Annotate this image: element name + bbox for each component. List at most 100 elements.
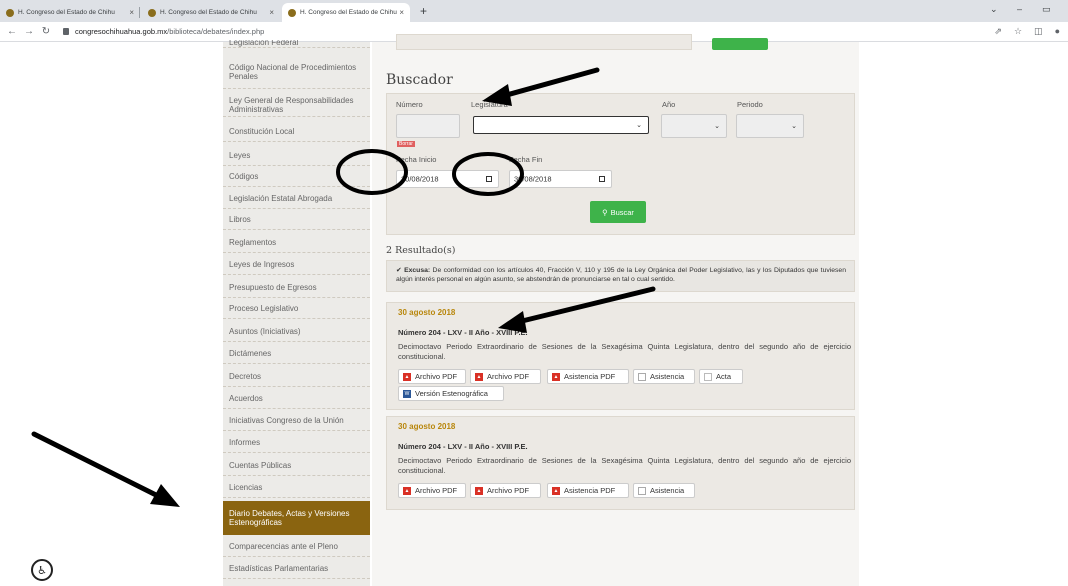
buscar-label: Buscar	[610, 207, 634, 217]
buscar-button[interactable]: ⚲ Buscar	[590, 201, 646, 223]
back-icon[interactable]: ←	[7, 26, 17, 37]
sidebar-item[interactable]: Legislación Federal	[223, 40, 370, 48]
sidebar-item[interactable]: Decretos	[223, 367, 370, 387]
archivo-pdf-button[interactable]: ▲ Archivo PDF	[470, 369, 541, 384]
sidebar-item[interactable]: Constitución Local	[223, 121, 370, 142]
calendar-icon[interactable]	[599, 176, 605, 182]
close-tab-icon[interactable]: ×	[269, 8, 274, 17]
accessibility-icon[interactable]: ♿	[31, 559, 53, 581]
site-favicon-icon	[288, 8, 296, 17]
tab-search-icon[interactable]: ⌄	[990, 4, 998, 15]
word-icon: W	[403, 389, 411, 398]
periodo-label: Periodo	[737, 100, 763, 109]
asistencia-button[interactable]: Asistencia	[633, 369, 695, 384]
pdf-icon: ▲	[552, 486, 560, 495]
url-host: congresochihuahua.gob.mx	[75, 27, 168, 36]
legislatura-label: Legislatura	[471, 100, 508, 109]
tab-title: H. Congreso del Estado de Chihu	[160, 9, 257, 16]
result-description: Decimoctavo Periodo Extraordinario de Se…	[398, 342, 851, 361]
sidebar-item[interactable]: Iniciativas Congreso de la Unión	[223, 411, 370, 431]
result-description: Decimoctavo Periodo Extraordinario de Se…	[398, 456, 851, 475]
document-icon	[704, 372, 712, 381]
excusa-text: De conformidad con los artículos 40, Fra…	[396, 267, 846, 283]
minimize-icon[interactable]: –	[1017, 4, 1022, 14]
sidebar-item[interactable]: Reglamentos	[223, 233, 370, 253]
legislatura-select[interactable]: ⌄	[473, 116, 649, 134]
sidebar-item[interactable]: Estadísticas Parlamentarias	[223, 559, 370, 579]
fecha-fin-input[interactable]: 30/08/2018	[509, 170, 612, 188]
numero-label: Número	[396, 100, 423, 109]
restore-icon[interactable]: ▭	[1042, 4, 1051, 15]
sidebar-item[interactable]: Informes	[223, 433, 370, 453]
archivo-pdf-button[interactable]: ▲ Archivo PDF	[398, 483, 466, 498]
browser-tab[interactable]: H. Congreso del Estado de Chihu ×	[142, 3, 280, 22]
sidebar-item[interactable]: Comparecencias ante el Pleno	[223, 537, 370, 557]
sidebar-item[interactable]: Presupuesto de Egresos	[223, 278, 370, 298]
archivo-pdf-button[interactable]: ▲ Archivo PDF	[398, 369, 466, 384]
numero-input[interactable]	[396, 114, 460, 138]
asistencia-button[interactable]: Asistencia	[633, 483, 695, 498]
excusa-title: Excusa:	[404, 267, 431, 274]
main-content: Buscador Número Legislatura Año Periodo …	[372, 34, 859, 586]
close-tab-icon[interactable]: ×	[399, 8, 404, 17]
previous-button[interactable]	[712, 38, 768, 50]
result-card: 30 agosto 2018 Número 204 - LXV - II Año…	[386, 302, 855, 410]
sidebar-item[interactable]: Acuerdos	[223, 389, 370, 409]
sidebar-item[interactable]: Legislación Estatal Abrogada	[223, 189, 370, 209]
search-panel: Número Legislatura Año Periodo ⌄ ⌄ ⌄ Bor…	[386, 93, 855, 235]
excusa-notice: ✔ Excusa: De conformidad con los artícul…	[386, 260, 855, 292]
archivo-pdf-button[interactable]: ▲ Archivo PDF	[470, 483, 541, 498]
url-path: /biblioteca/debates/index.php	[167, 27, 265, 36]
sidebar-item[interactable]: Libros	[223, 210, 370, 230]
asistencia-pdf-button[interactable]: ▲ Asistencia PDF	[547, 369, 629, 384]
sidebar-item[interactable]: Códigos	[223, 167, 370, 187]
profile-icon[interactable]: ●	[1055, 26, 1060, 37]
close-tab-icon[interactable]: ×	[129, 8, 134, 17]
browser-tab[interactable]: H. Congreso del Estado de Chihu ×	[0, 3, 140, 22]
fecha-inicio-value: 30/08/2018	[401, 174, 439, 184]
browser-tab-active[interactable]: H. Congreso del Estado de Chihu ×	[282, 3, 410, 22]
anio-select[interactable]: ⌄	[661, 114, 727, 138]
sidebar-item[interactable]: Dictámenes	[223, 344, 370, 364]
borrar-button[interactable]: Borrar	[397, 141, 415, 147]
list-icon	[638, 372, 646, 381]
annotation-arrowhead	[150, 484, 180, 507]
sidebar-item[interactable]: Código Nacional de Procedimientos Penale…	[223, 55, 370, 89]
reload-icon[interactable]: ↻	[41, 26, 51, 37]
asistencia-pdf-button[interactable]: ▲ Asistencia PDF	[547, 483, 629, 498]
sidebar-item[interactable]: Licencias	[223, 478, 370, 498]
anio-label: Año	[662, 100, 676, 109]
acta-button[interactable]: Acta	[699, 369, 743, 384]
bookmark-star-icon[interactable]: ☆	[1014, 26, 1022, 37]
version-estenografica-button[interactable]: W Versión Estenográfica	[398, 386, 504, 401]
fecha-fin-value: 30/08/2018	[514, 174, 552, 184]
result-date: 30 agosto 2018	[398, 422, 456, 431]
fecha-inicio-input[interactable]: 30/08/2018	[396, 170, 499, 188]
pdf-icon: ▲	[403, 372, 411, 381]
search-icon: ⚲	[602, 207, 608, 217]
side-panel-icon[interactable]: ◫	[1034, 26, 1043, 37]
share-icon[interactable]: ⇗	[994, 26, 1002, 37]
new-tab-button[interactable]: +	[420, 4, 427, 18]
periodo-select[interactable]: ⌄	[736, 114, 804, 138]
sidebar-item[interactable]: Ley General de Responsabilidades Adminis…	[223, 93, 370, 117]
forward-icon[interactable]: →	[24, 26, 34, 37]
result-date: 30 agosto 2018	[398, 308, 456, 317]
sidebar-item[interactable]: Diario Debates, Actas y Versiones Esteno…	[223, 501, 370, 535]
url-field[interactable]: congresochihuahua.gob.mx/biblioteca/deba…	[63, 27, 264, 36]
page-title: Buscador	[386, 72, 453, 88]
pdf-icon: ▲	[552, 372, 560, 381]
chevron-down-icon: ⌄	[636, 122, 642, 129]
sidebar-item[interactable]: Cuentas Públicas	[223, 456, 370, 476]
tab-title: H. Congreso del Estado de Chihu	[300, 9, 397, 16]
pdf-icon: ▲	[475, 372, 483, 381]
tab-title: H. Congreso del Estado de Chihu	[18, 9, 115, 16]
sidebar-item[interactable]: Leyes	[223, 146, 370, 166]
sidebar-item[interactable]: Leyes de Ingresos	[223, 255, 370, 275]
fecha-inicio-label: Fecha Inicio	[396, 155, 437, 164]
results-count: 2 Resultado(s)	[386, 245, 456, 256]
sidebar-item[interactable]: Asuntos (Iniciativas)	[223, 322, 370, 342]
sidebar: Legislación Federal Código Nacional de Pr…	[223, 40, 370, 586]
calendar-icon[interactable]	[486, 176, 492, 182]
sidebar-item[interactable]: Proceso Legislativo	[223, 299, 370, 319]
